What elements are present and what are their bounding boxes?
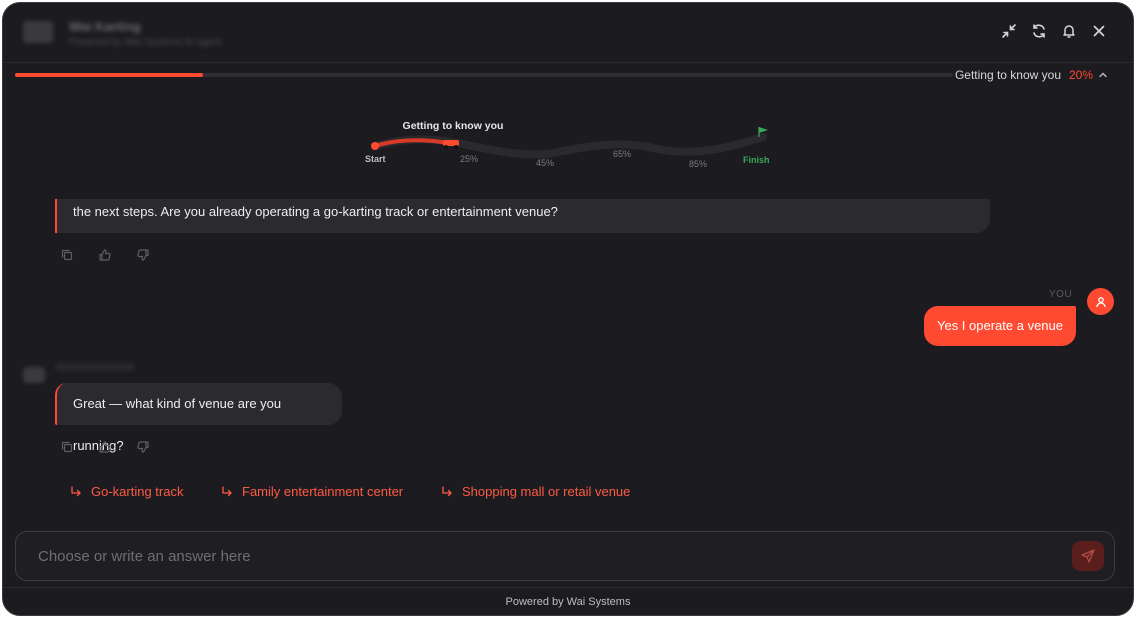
progress-percent: 20% <box>1068 68 1093 82</box>
thumbs-down-icon[interactable] <box>136 248 150 262</box>
message-actions <box>60 248 150 262</box>
user-message: Yes I operate a venue <box>924 306 1076 346</box>
bot-name <box>55 363 135 371</box>
you-tag: YOU <box>1049 289 1073 300</box>
chat-header: Wai Karting Powered by Wai Systems AI ag… <box>3 3 1133 63</box>
send-button[interactable] <box>1072 541 1104 571</box>
suggestion-label: Go-karting track <box>91 484 184 499</box>
answer-input[interactable] <box>16 532 1056 580</box>
chat-window: Wai Karting Powered by Wai Systems AI ag… <box>2 2 1134 616</box>
copy-icon[interactable] <box>60 248 74 262</box>
user-avatar <box>1087 288 1114 315</box>
suggestion-shopping-mall[interactable]: Shopping mall or retail venue <box>440 484 630 499</box>
suggestion-family-entertainment-center[interactable]: Family entertainment center <box>220 484 403 499</box>
close-icon[interactable] <box>1091 23 1107 39</box>
chevron-up-icon[interactable] <box>1097 69 1109 81</box>
journey-milestone: 25% <box>460 154 479 164</box>
suggestion-go-karting-track[interactable]: Go-karting track <box>69 484 183 499</box>
journey-tracker: Getting to know you Start 25% 45% 65% 85… <box>353 115 793 175</box>
refresh-icon[interactable] <box>1031 23 1047 39</box>
thumbs-up-icon[interactable] <box>98 440 112 454</box>
journey-milestone: 65% <box>613 149 632 159</box>
user-icon <box>1095 296 1106 307</box>
brand-subtitle: Powered by Wai Systems AI agent <box>69 37 223 48</box>
journey-start-label: Start <box>365 154 386 164</box>
thumbs-down-icon[interactable] <box>136 440 150 454</box>
bot-message: the next steps. Are you already operatin… <box>55 199 990 233</box>
progress-label: Getting to know you <box>954 68 1061 82</box>
collapse-icon[interactable] <box>1001 23 1017 39</box>
suggestion-label: Family entertainment center <box>242 484 404 499</box>
journey-milestone: 85% <box>689 159 708 169</box>
journey-finish-label: Finish <box>743 155 770 165</box>
copy-icon[interactable] <box>60 440 74 454</box>
composer <box>15 531 1115 581</box>
message-actions <box>60 440 150 454</box>
progress-fill <box>15 73 203 77</box>
bot-message: Great — what kind of venue are you runni… <box>55 383 342 453</box>
footer: Powered by Wai Systems <box>3 587 1133 615</box>
thumbs-up-icon[interactable] <box>98 248 112 262</box>
reply-arrow-icon <box>220 485 234 499</box>
header-actions <box>1001 23 1107 39</box>
reply-arrow-icon <box>440 485 454 499</box>
bell-icon[interactable] <box>1061 23 1077 39</box>
progress-bar <box>15 73 953 77</box>
reply-arrow-icon <box>69 485 83 499</box>
journey-milestone: 45% <box>536 158 555 168</box>
brand-logo <box>23 21 53 43</box>
brand-title: Wai Karting <box>69 19 141 34</box>
suggestion-label: Shopping mall or retail venue <box>462 484 631 499</box>
bot-avatar <box>23 367 45 383</box>
send-icon <box>1081 549 1095 563</box>
